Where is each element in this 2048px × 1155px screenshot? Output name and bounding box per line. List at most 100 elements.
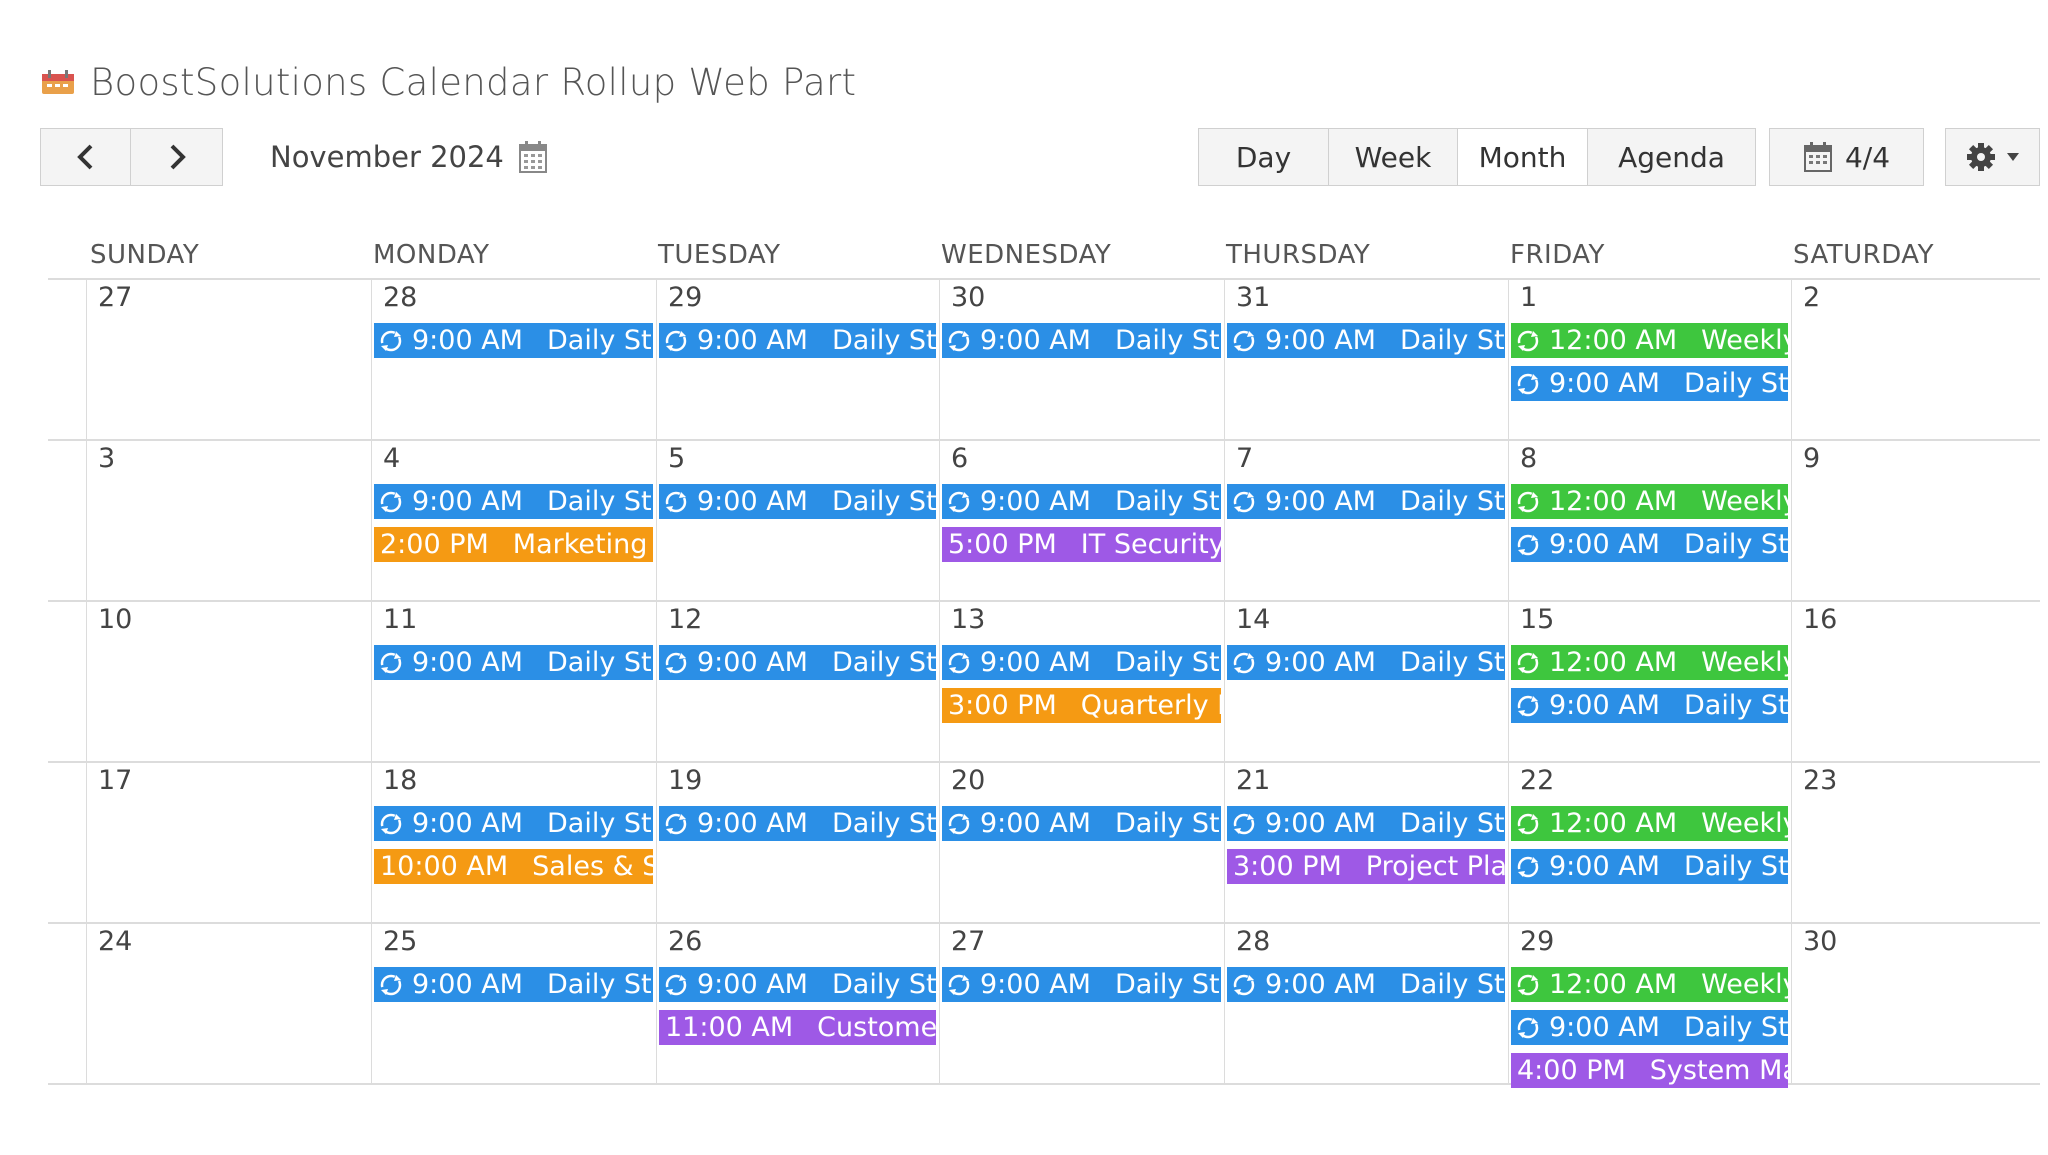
day-number[interactable]: 14 [1236, 604, 1270, 635]
day-number[interactable]: 26 [668, 926, 702, 957]
day-number[interactable]: 19 [668, 765, 702, 796]
day-cell[interactable] [86, 441, 370, 600]
day-cell[interactable] [1224, 441, 1507, 600]
day-number[interactable]: 1 [1520, 282, 1537, 313]
calendar-selector-button[interactable]: 4/4 [1769, 128, 1924, 186]
calendar-event[interactable]: 9:00 AM Daily Stand-up [942, 806, 1221, 841]
day-number[interactable]: 12 [668, 604, 702, 635]
day-number[interactable]: 24 [98, 926, 132, 957]
day-cell[interactable] [1508, 280, 1790, 439]
calendar-event[interactable]: 9:00 AM Daily Stand-up [1227, 645, 1505, 680]
date-picker-icon[interactable] [518, 140, 548, 174]
calendar-event[interactable]: 9:00 AM Daily Stand-up [1227, 806, 1505, 841]
settings-button[interactable] [1945, 128, 2040, 186]
day-number[interactable]: 15 [1520, 604, 1554, 635]
calendar-event[interactable]: 5:00 PM IT Security B [942, 527, 1221, 562]
day-cell[interactable] [1508, 441, 1790, 600]
calendar-event[interactable]: 9:00 AM Daily Stand-up [942, 645, 1221, 680]
day-number[interactable]: 21 [1236, 765, 1270, 796]
day-cell[interactable] [1791, 441, 2039, 600]
calendar-event[interactable]: 9:00 AM Daily Stand-up [374, 967, 653, 1002]
calendar-event[interactable]: 9:00 AM Daily Stand-up [1227, 484, 1505, 519]
calendar-event[interactable]: 9:00 AM Daily Stand-up [659, 484, 936, 519]
calendar-event[interactable]: 9:00 AM Daily Stand-up [374, 484, 653, 519]
day-number[interactable]: 31 [1236, 282, 1270, 313]
view-day-button[interactable]: Day [1199, 129, 1329, 185]
calendar-event[interactable]: 2:00 PM Marketing & [374, 527, 653, 562]
calendar-event[interactable]: 9:00 AM Daily Stand-up [1511, 1010, 1788, 1045]
day-number[interactable]: 4 [383, 443, 400, 474]
calendar-event[interactable]: 9:00 AM Daily Stand-up [1511, 849, 1788, 884]
event-time: 9:00 AM [412, 325, 523, 356]
event-title: Daily Stand-up [1399, 325, 1505, 356]
calendar-event[interactable]: 12:00 AM Weekly [1511, 323, 1788, 358]
calendar-event[interactable]: 9:00 AM Daily Stand-up [1227, 323, 1505, 358]
day-number[interactable]: 3 [98, 443, 115, 474]
calendar-event[interactable]: 9:00 AM Daily Stand-up [659, 645, 936, 680]
view-month-button[interactable]: Month [1458, 129, 1588, 185]
calendar-event[interactable]: 3:00 PM Project Plan [1227, 849, 1505, 884]
day-number[interactable]: 27 [98, 282, 132, 313]
day-number[interactable]: 9 [1803, 443, 1820, 474]
calendar-event[interactable]: 9:00 AM Daily Stand-up [659, 967, 936, 1002]
calendar-event[interactable]: 12:00 AM Weekly [1511, 484, 1788, 519]
day-cell[interactable] [1791, 280, 2039, 439]
recurring-event-icon [665, 330, 687, 351]
day-number[interactable]: 13 [951, 604, 985, 635]
day-number[interactable]: 8 [1520, 443, 1537, 474]
event-time: 9:00 AM [412, 808, 523, 839]
day-cell[interactable] [371, 441, 655, 600]
recurring-event-icon [380, 330, 402, 351]
calendar-event[interactable]: 9:00 AM Daily Stand-up [942, 484, 1221, 519]
next-month-button[interactable] [130, 128, 223, 186]
day-number[interactable]: 6 [951, 443, 968, 474]
day-number[interactable]: 11 [383, 604, 417, 635]
calendar-event[interactable]: 4:00 PM System Main [1511, 1053, 1788, 1088]
day-number[interactable]: 20 [951, 765, 985, 796]
day-number[interactable]: 28 [383, 282, 417, 313]
weekday-header-sunday: SUNDAY [90, 240, 200, 270]
calendar-event[interactable]: 9:00 AM Daily Stand-up [942, 967, 1221, 1002]
view-agenda-button[interactable]: Agenda [1588, 129, 1755, 185]
day-number[interactable]: 25 [383, 926, 417, 957]
day-number[interactable]: 27 [951, 926, 985, 957]
day-number[interactable]: 29 [1520, 926, 1554, 957]
calendar-event[interactable]: 9:00 AM Daily Stand-up [374, 323, 653, 358]
calendar-event[interactable]: 9:00 AM Daily Stand-up [942, 323, 1221, 358]
day-number[interactable]: 2 [1803, 282, 1820, 313]
event-title: Quarterly Bu [1080, 690, 1221, 721]
day-number[interactable]: 30 [1803, 926, 1837, 957]
calendar-event[interactable]: 11:00 AM Customer [659, 1010, 936, 1045]
day-number[interactable]: 7 [1236, 443, 1253, 474]
day-number[interactable]: 18 [383, 765, 417, 796]
previous-month-button[interactable] [40, 128, 131, 186]
month-picker[interactable]: November 2024 [270, 132, 548, 182]
day-number[interactable]: 5 [668, 443, 685, 474]
day-number[interactable]: 16 [1803, 604, 1837, 635]
day-number[interactable]: 28 [1236, 926, 1270, 957]
day-number[interactable]: 22 [1520, 765, 1554, 796]
calendar-event[interactable]: 9:00 AM Daily Stand-up [1227, 967, 1505, 1002]
event-title: Daily Stand-up [1399, 647, 1505, 678]
day-number[interactable]: 10 [98, 604, 132, 635]
calendar-event[interactable]: 10:00 AM Sales & Str [374, 849, 653, 884]
day-cell[interactable] [656, 441, 938, 600]
calendar-event[interactable]: 12:00 AM Weekly [1511, 645, 1788, 680]
calendar-event[interactable]: 3:00 PM Quarterly Bu [942, 688, 1221, 723]
calendar-event[interactable]: 9:00 AM Daily Stand-up [374, 645, 653, 680]
calendar-event[interactable]: 12:00 AM Weekly [1511, 806, 1788, 841]
view-week-button[interactable]: Week [1329, 129, 1458, 185]
calendar-event[interactable]: 9:00 AM Daily Stand-up [659, 806, 936, 841]
day-number[interactable]: 30 [951, 282, 985, 313]
calendar-event[interactable]: 9:00 AM Daily Stand-up [1511, 366, 1788, 401]
day-number[interactable]: 17 [98, 765, 132, 796]
day-number[interactable]: 29 [668, 282, 702, 313]
calendar-event[interactable]: 9:00 AM Daily Stand-up [374, 806, 653, 841]
day-number[interactable]: 23 [1803, 765, 1837, 796]
calendar-event[interactable]: 12:00 AM Weekly [1511, 967, 1788, 1002]
calendar-event[interactable]: 9:00 AM Daily Stand-up [1511, 527, 1788, 562]
calendar-event[interactable]: 9:00 AM Daily Stand-up [659, 323, 936, 358]
day-cell[interactable] [939, 441, 1223, 600]
calendar-event[interactable]: 9:00 AM Daily Stand-up [1511, 688, 1788, 723]
event-time: 9:00 AM [980, 486, 1091, 517]
